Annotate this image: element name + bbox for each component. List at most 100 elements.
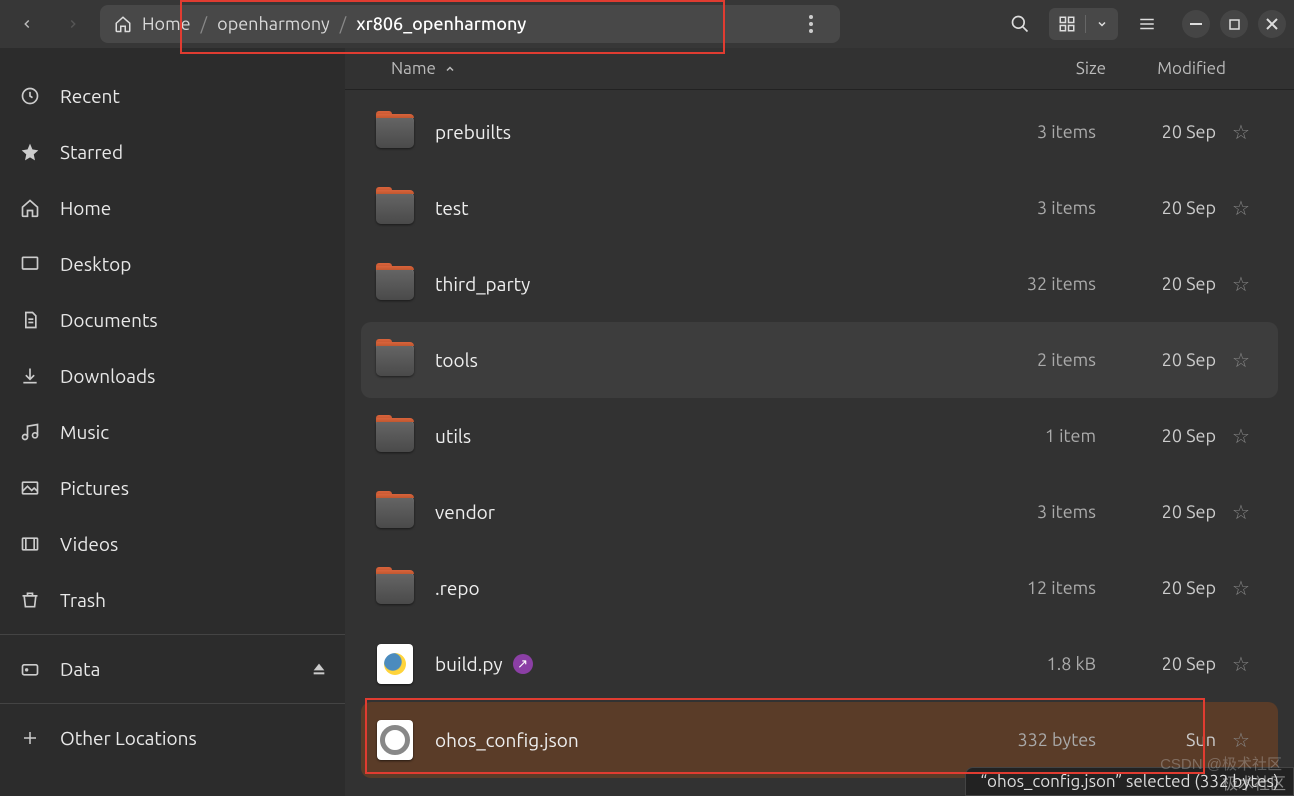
- star-toggle[interactable]: ☆: [1216, 728, 1266, 752]
- window-close-button[interactable]: [1258, 10, 1286, 38]
- file-modified: 20 Sep: [1096, 654, 1216, 674]
- search-button[interactable]: [1005, 9, 1035, 39]
- file-modified: 20 Sep: [1096, 350, 1216, 370]
- file-size: 2 items: [956, 350, 1096, 370]
- file-row[interactable]: build.py ↗1.8 kB20 Sep☆: [361, 626, 1278, 702]
- star-toggle[interactable]: ☆: [1216, 500, 1266, 524]
- file-list[interactable]: prebuilts 3 items20 Sep☆test 3 items20 S…: [345, 90, 1294, 796]
- python-file-icon: [377, 644, 413, 684]
- file-size: 12 items: [956, 578, 1096, 598]
- nav-forward-button[interactable]: [54, 5, 92, 43]
- view-dropdown-button[interactable]: [1092, 9, 1112, 39]
- star-toggle[interactable]: ☆: [1216, 196, 1266, 220]
- sidebar-item-home[interactable]: Home: [0, 180, 345, 236]
- column-size-header[interactable]: Size: [966, 59, 1106, 78]
- sidebar-label: Pictures: [60, 477, 129, 499]
- sidebar-label: Recent: [60, 85, 120, 107]
- file-modified: 20 Sep: [1096, 502, 1216, 522]
- file-name: vendor: [435, 501, 956, 523]
- eject-icon[interactable]: [311, 661, 327, 677]
- symlink-badge-icon: ↗: [513, 654, 533, 674]
- sidebar: Recent Starred Home Desktop Documents Downloa…: [0, 48, 345, 796]
- sidebar-item-documents[interactable]: Documents: [0, 292, 345, 348]
- star-toggle[interactable]: ☆: [1216, 348, 1266, 372]
- json-file-icon: [377, 720, 413, 760]
- view-mode-group: [1049, 8, 1118, 40]
- file-modified: 20 Sep: [1096, 122, 1216, 142]
- star-toggle[interactable]: ☆: [1216, 652, 1266, 676]
- disk-icon: [18, 659, 42, 679]
- column-modified-header[interactable]: Modified: [1106, 59, 1226, 78]
- file-name: build.py ↗: [435, 653, 956, 675]
- file-row[interactable]: third_party 32 items20 Sep☆: [361, 246, 1278, 322]
- desktop-icon: [18, 254, 42, 274]
- star-toggle[interactable]: ☆: [1216, 272, 1266, 296]
- file-modified: 20 Sep: [1096, 274, 1216, 294]
- music-icon: [18, 422, 42, 442]
- sidebar-item-other-locations[interactable]: Other Locations: [0, 710, 345, 766]
- picture-icon: [18, 478, 42, 498]
- star-toggle[interactable]: ☆: [1216, 576, 1266, 600]
- column-header: Name Size Modified: [345, 48, 1294, 90]
- file-row[interactable]: vendor 3 items20 Sep☆: [361, 474, 1278, 550]
- folder-icon: [376, 572, 414, 604]
- download-icon: [18, 366, 42, 386]
- sidebar-label: Other Locations: [60, 727, 197, 749]
- breadcrumb-current[interactable]: xr806_openharmony: [356, 14, 526, 34]
- file-name: test: [435, 197, 956, 219]
- file-name: third_party: [435, 273, 956, 295]
- plus-icon: [18, 729, 42, 747]
- breadcrumb-menu-button[interactable]: [796, 9, 826, 39]
- breadcrumb-bar[interactable]: Home / openharmony / xr806_openharmony: [100, 5, 840, 43]
- folder-icon: [376, 268, 414, 300]
- window-maximize-button[interactable]: [1220, 10, 1248, 38]
- sidebar-item-desktop[interactable]: Desktop: [0, 236, 345, 292]
- sidebar-item-downloads[interactable]: Downloads: [0, 348, 345, 404]
- file-modified: 20 Sep: [1096, 578, 1216, 598]
- breadcrumb-home[interactable]: Home: [142, 14, 191, 34]
- home-icon: [114, 15, 132, 33]
- folder-icon: [376, 496, 414, 528]
- star-toggle[interactable]: ☆: [1216, 424, 1266, 448]
- breadcrumb-sep: /: [201, 14, 208, 34]
- file-name: prebuilts: [435, 121, 956, 143]
- file-name: ohos_config.json: [435, 729, 956, 751]
- sidebar-label: Downloads: [60, 365, 155, 387]
- breadcrumb-mid[interactable]: openharmony: [217, 14, 330, 34]
- sidebar-item-starred[interactable]: Starred: [0, 124, 345, 180]
- file-row[interactable]: test 3 items20 Sep☆: [361, 170, 1278, 246]
- breadcrumb-sep: /: [340, 14, 347, 34]
- star-icon: [18, 142, 42, 162]
- sidebar-label: Trash: [60, 589, 106, 611]
- file-size: 32 items: [956, 274, 1096, 294]
- nav-back-button[interactable]: [8, 5, 46, 43]
- sidebar-label: Documents: [60, 309, 158, 331]
- file-name: .repo: [435, 577, 956, 599]
- sidebar-item-data[interactable]: Data: [0, 641, 345, 697]
- folder-icon: [376, 344, 414, 376]
- titlebar: Home / openharmony / xr806_openharmony: [0, 0, 1294, 48]
- clock-icon: [18, 86, 42, 106]
- file-row[interactable]: utils 1 item20 Sep☆: [361, 398, 1278, 474]
- sidebar-item-trash[interactable]: Trash: [0, 572, 345, 628]
- file-row[interactable]: prebuilts 3 items20 Sep☆: [361, 94, 1278, 170]
- hamburger-menu-button[interactable]: [1132, 9, 1162, 39]
- doc-icon: [18, 310, 42, 330]
- sidebar-item-recent[interactable]: Recent: [0, 68, 345, 124]
- file-row[interactable]: tools 2 items20 Sep☆: [361, 322, 1278, 398]
- sidebar-item-pictures[interactable]: Pictures: [0, 460, 345, 516]
- file-modified: Sun: [1096, 730, 1216, 750]
- sidebar-label: Home: [60, 197, 111, 219]
- column-name-header[interactable]: Name: [391, 59, 966, 78]
- file-modified: 20 Sep: [1096, 198, 1216, 218]
- header-right: [1005, 8, 1286, 40]
- sidebar-item-music[interactable]: Music: [0, 404, 345, 460]
- file-size: 3 items: [956, 502, 1096, 522]
- window-minimize-button[interactable]: [1182, 10, 1210, 38]
- file-row[interactable]: .repo 12 items20 Sep☆: [361, 550, 1278, 626]
- star-toggle[interactable]: ☆: [1216, 120, 1266, 144]
- sidebar-item-videos[interactable]: Videos: [0, 516, 345, 572]
- grid-view-button[interactable]: [1055, 9, 1079, 39]
- folder-icon: [376, 192, 414, 224]
- status-bar: “ohos_config.json” selected (332 bytes): [965, 767, 1294, 796]
